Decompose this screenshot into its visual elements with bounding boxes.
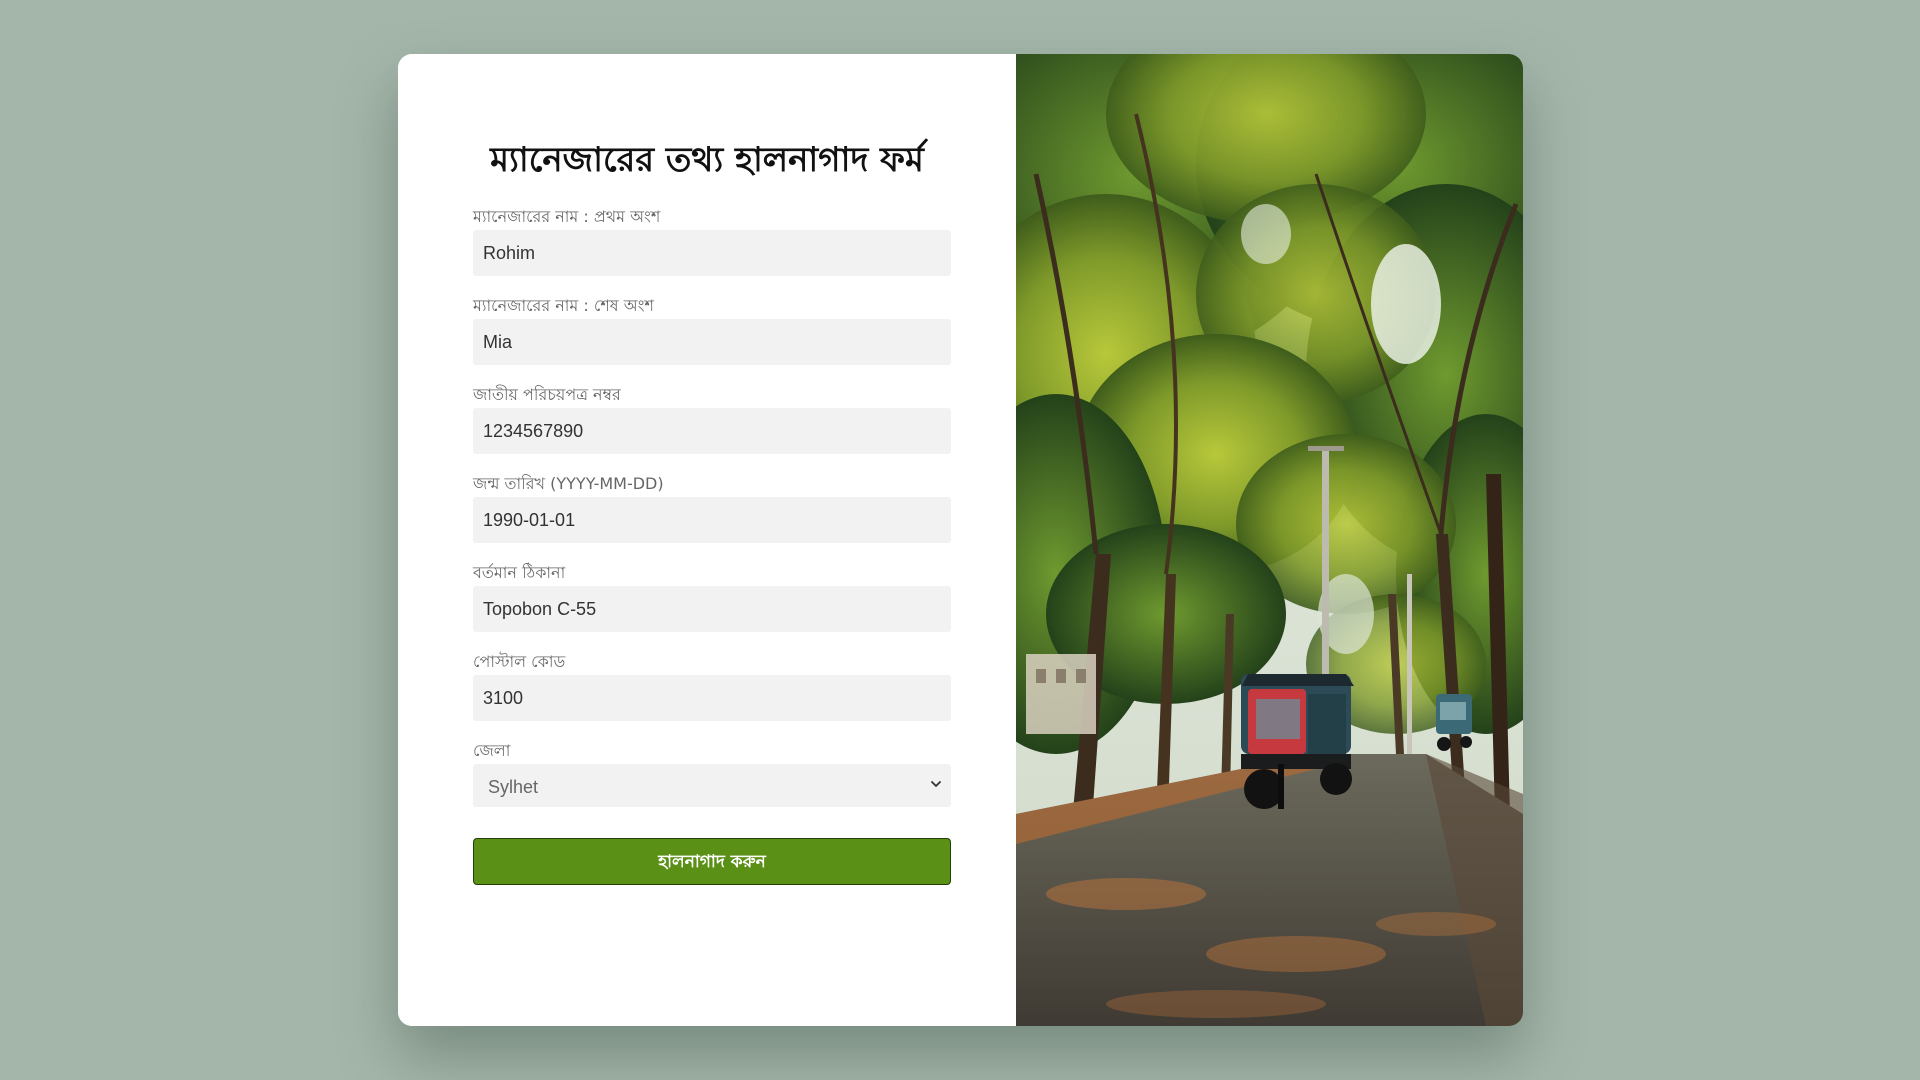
birth-date-label: জন্ম তারিখ (YYYY-MM-DD) [473, 474, 664, 493]
update-submit-button[interactable]: হালনাগাদ করুন [473, 838, 951, 885]
postal-code-label: পোস্টাল কোড [473, 652, 566, 671]
manager-update-form: ম্যানেজারের নাম : প্রথম অংশ ম্যানেজারের … [473, 206, 951, 885]
update-form-card: ম্যানেজারের তথ্য হালনাগাদ ফর্ম ম্যানেজার… [398, 54, 1523, 1026]
address-input[interactable] [473, 586, 951, 632]
chevron-down-icon [931, 781, 941, 787]
postal-code-field: পোস্টাল কোড [473, 651, 951, 721]
tree-road-photo [1016, 54, 1523, 1026]
birth-date-field: জন্ম তারিখ (YYYY-MM-DD) [473, 473, 951, 543]
nid-label: জাতীয় পরিচয়পত্র নম্বর [473, 385, 621, 404]
district-label: জেলা [473, 741, 511, 760]
first-name-field: ম্যানেজারের নাম : প্রথম অংশ [473, 206, 951, 276]
last-name-input[interactable] [473, 319, 951, 365]
tree-road-illustration [1016, 54, 1523, 1026]
form-pane: ম্যানেজারের তথ্য হালনাগাদ ফর্ম ম্যানেজার… [398, 54, 1016, 1026]
postal-code-input[interactable] [473, 675, 951, 721]
birth-date-input[interactable] [473, 497, 951, 543]
first-name-input[interactable] [473, 230, 951, 276]
district-field: জেলা Sylhet [473, 740, 951, 807]
first-name-label: ম্যানেজারের নাম : প্রথম অংশ [473, 207, 661, 226]
last-name-field: ম্যানেজারের নাম : শেষ অংশ [473, 295, 951, 365]
address-field: বর্তমান ঠিকানা [473, 562, 951, 632]
nid-field: জাতীয় পরিচয়পত্র নম্বর [473, 384, 951, 454]
last-name-label: ম্যানেজারের নাম : শেষ অংশ [473, 296, 654, 315]
form-title: ম্যানেজারের তথ্য হালনাগাদ ফর্ম [490, 140, 924, 180]
nid-input[interactable] [473, 408, 951, 454]
address-label: বর্তমান ঠিকানা [473, 563, 566, 582]
district-select[interactable]: Sylhet [473, 764, 951, 807]
district-selected-value: Sylhet [488, 777, 539, 797]
